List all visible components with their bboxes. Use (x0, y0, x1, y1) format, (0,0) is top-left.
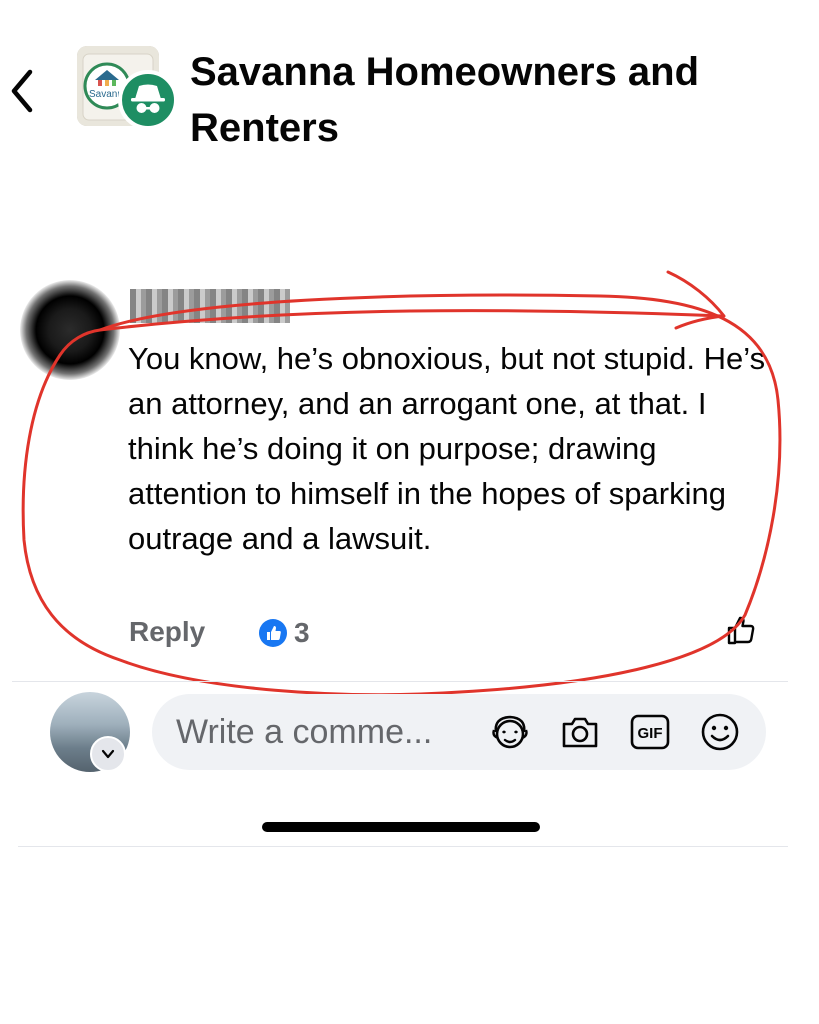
camera-button[interactable] (558, 710, 602, 754)
back-arrow-icon (11, 69, 33, 113)
emoji-icon (701, 713, 739, 751)
profile-switcher-button[interactable] (90, 736, 126, 772)
avatar-sticker-button[interactable] (488, 710, 532, 754)
gif-button[interactable]: GIF (628, 710, 672, 754)
comment-input[interactable] (176, 708, 476, 756)
reply-button[interactable]: Reply (129, 614, 205, 650)
gif-label: GIF (638, 725, 663, 742)
avatar-sticker-icon (492, 715, 528, 749)
anonymous-participant-icon (131, 84, 165, 113)
comment-text: You know, he’s obnoxious, but not stupid… (128, 341, 766, 556)
reaction-count: 3 (294, 617, 310, 648)
camera-icon (562, 717, 598, 748)
reaction-summary[interactable]: 3 (258, 617, 310, 649)
thumbs-up-outline-icon (727, 616, 755, 645)
commenter-avatar[interactable] (20, 280, 120, 380)
divider (12, 681, 788, 682)
like-button[interactable] (724, 612, 760, 648)
emoji-button[interactable] (698, 710, 742, 754)
gif-icon: GIF (630, 714, 670, 750)
anonymous-badge (118, 70, 178, 130)
group-title[interactable]: Savanna Homeowners and Renters (190, 44, 790, 156)
comment-composer[interactable]: GIF (152, 694, 766, 770)
divider (18, 846, 788, 847)
back-button[interactable] (6, 66, 40, 116)
chevron-down-icon (101, 749, 115, 759)
commenter-name-redacted[interactable] (130, 289, 290, 323)
home-indicator[interactable] (262, 822, 540, 832)
like-icon (259, 619, 287, 647)
